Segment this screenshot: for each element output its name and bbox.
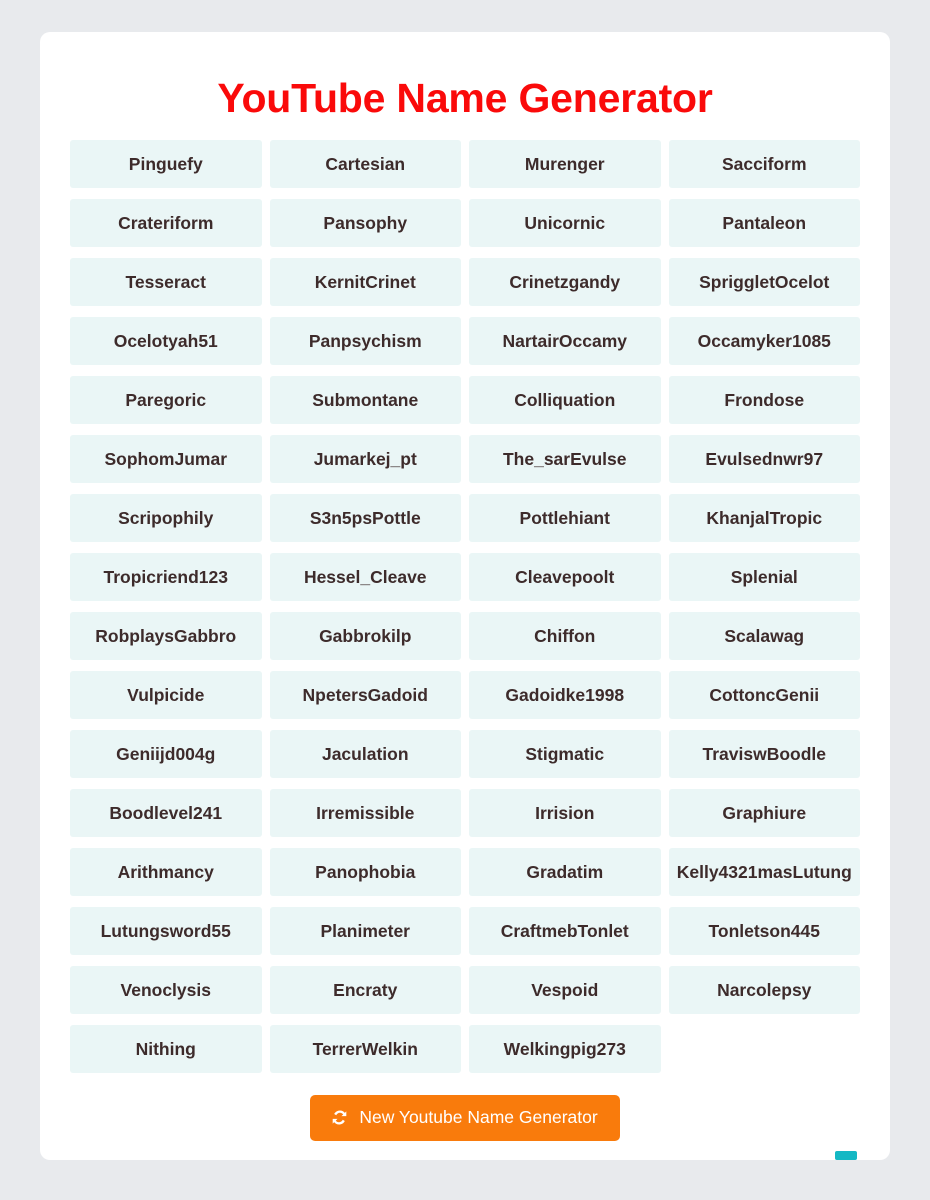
name-tile[interactable]: Irrision [469, 789, 661, 837]
name-tile[interactable]: Tropicriend123 [70, 553, 262, 601]
name-tile[interactable]: Scripophily [70, 494, 262, 542]
name-tile[interactable]: S3n5psPottle [269, 494, 461, 542]
name-tile[interactable]: Pottlehiant [469, 494, 661, 542]
generator-card: YouTube Name Generator Pinguefy Cartesian… [40, 32, 890, 1160]
name-tile[interactable]: Panophobia [269, 848, 461, 896]
name-tile[interactable]: Arithmancy [70, 848, 262, 896]
name-tile[interactable]: TraviswBoodle [668, 730, 860, 778]
name-tile[interactable]: Ocelotyah51 [70, 317, 262, 365]
name-grid: Pinguefy Cartesian Murenger Sacciform Crater… [70, 140, 860, 1073]
page-title: YouTube Name Generator [217, 75, 713, 121]
name-tile[interactable]: Jumarkej_pt [269, 435, 461, 483]
name-tile[interactable]: Encraty [269, 966, 461, 1014]
name-tile[interactable]: TerrerWelkin [269, 1025, 461, 1073]
name-tile[interactable]: CraftmebTonlet [469, 907, 661, 955]
name-tile[interactable]: NartairOccamy [469, 317, 661, 365]
name-tile[interactable]: Gradatim [469, 848, 661, 896]
sync-icon [330, 1108, 349, 1127]
name-tile[interactable]: Venoclysis [70, 966, 262, 1014]
name-tile[interactable]: Stigmatic [469, 730, 661, 778]
name-tile[interactable]: Paregoric [70, 376, 262, 424]
name-tile[interactable]: Gabbrokilp [269, 612, 461, 660]
name-tile[interactable]: Jaculation [269, 730, 461, 778]
page-root: YouTube Name Generator Pinguefy Cartesian… [0, 0, 930, 1200]
generate-button-label: New Youtube Name Generator [359, 1106, 598, 1127]
name-tile[interactable]: Crinetzgandy [469, 258, 661, 306]
name-tile[interactable]: The_sarEvulse [469, 435, 661, 483]
name-tile[interactable]: Crateriform [70, 199, 262, 247]
name-tile[interactable]: Pantaleon [668, 199, 860, 247]
name-tile[interactable]: KernitCrinet [269, 258, 461, 306]
name-tile[interactable]: SophomJumar [70, 435, 262, 483]
name-tile[interactable]: CottoncGenii [668, 671, 860, 719]
name-tile[interactable]: KhanjalTropic [668, 494, 860, 542]
button-row: New Youtube Name Generator [40, 1095, 890, 1141]
corner-marker [835, 1151, 857, 1160]
name-tile[interactable]: Panpsychism [269, 317, 461, 365]
name-tile[interactable]: Pinguefy [70, 140, 262, 188]
name-tile[interactable]: Submontane [269, 376, 461, 424]
name-tile[interactable]: Unicornic [469, 199, 661, 247]
name-tile[interactable]: Hessel_Cleave [269, 553, 461, 601]
name-tile[interactable]: Tesseract [70, 258, 262, 306]
name-tile[interactable]: Pansophy [269, 199, 461, 247]
name-tile[interactable]: Colliquation [469, 376, 661, 424]
name-tile[interactable]: Welkingpig273 [469, 1025, 661, 1073]
name-tile[interactable]: Splenial [668, 553, 860, 601]
name-tile[interactable]: Vespoid [469, 966, 661, 1014]
name-tile[interactable]: Narcolepsy [668, 966, 860, 1014]
name-tile[interactable]: Evulsednwr97 [668, 435, 860, 483]
name-tile[interactable]: Murenger [469, 140, 661, 188]
name-tile[interactable]: Scalawag [668, 612, 860, 660]
name-tile[interactable]: NpetersGadoid [269, 671, 461, 719]
name-tile[interactable]: Tonletson445 [668, 907, 860, 955]
name-tile[interactable]: Gadoidke1998 [469, 671, 661, 719]
name-tile[interactable]: Vulpicide [70, 671, 262, 719]
name-tile[interactable]: Boodlevel241 [70, 789, 262, 837]
name-tile[interactable]: Graphiure [668, 789, 860, 837]
name-tile[interactable]: Cartesian [269, 140, 461, 188]
name-tile[interactable]: Planimeter [269, 907, 461, 955]
name-tile[interactable]: Occamyker1085 [668, 317, 860, 365]
name-tile[interactable]: Cleavepoolt [469, 553, 661, 601]
name-tile[interactable]: Geniijd004g [70, 730, 262, 778]
name-tile[interactable]: Sacciform [668, 140, 860, 188]
new-youtube-name-generator-button[interactable]: New Youtube Name Generator [310, 1095, 620, 1141]
name-tile[interactable]: Kelly4321masLutung [668, 848, 860, 896]
name-tile[interactable]: SpriggletOcelot [668, 258, 860, 306]
name-tile[interactable]: Frondose [668, 376, 860, 424]
name-tile[interactable]: Lutungsword55 [70, 907, 262, 955]
name-tile[interactable]: Irremissible [269, 789, 461, 837]
name-tile[interactable]: Nithing [70, 1025, 262, 1073]
name-tile[interactable]: Chiffon [469, 612, 661, 660]
name-tile[interactable]: RobplaysGabbro [70, 612, 262, 660]
